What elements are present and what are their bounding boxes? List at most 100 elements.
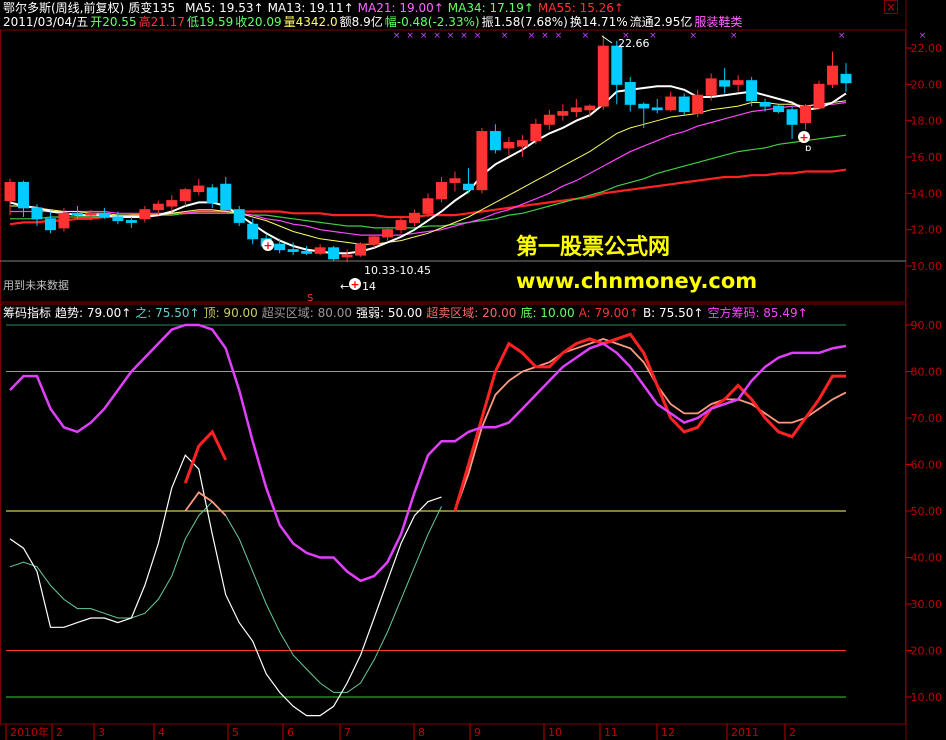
close-icon[interactable]: × <box>884 0 898 14</box>
candle-body <box>435 181 447 200</box>
candle-body <box>179 189 191 202</box>
signal-marker: × <box>433 31 441 41</box>
candle-body <box>557 111 569 116</box>
x-tick-label: 5 <box>232 726 239 739</box>
indicator-tick-label: 20.00 <box>911 645 943 658</box>
signal-marker: × <box>541 31 549 41</box>
overbought-value: 超买区域: 80.00 <box>261 306 353 320</box>
indicator-tick-label: 60.00 <box>911 459 943 472</box>
signal-marker: × <box>501 31 509 41</box>
candle-body <box>233 209 245 223</box>
price-tick-label: 14.00 <box>911 187 943 200</box>
candle-body <box>166 200 178 207</box>
low-value: 低19.59 <box>186 15 234 29</box>
signal-marker: × <box>919 31 927 41</box>
x-tick-label: 10 <box>548 726 562 739</box>
candle-body <box>840 73 852 84</box>
change-value: 幅-0.48(-2.33%) <box>384 15 480 29</box>
price-tick-label: 20.00 <box>911 78 943 91</box>
series-line <box>9 454 442 717</box>
x-axis: 2010年 2 3 4 5 6 7 8 9 10 11 12 2011 2 <box>5 724 796 740</box>
candle-body <box>4 181 16 202</box>
candle-body <box>611 45 623 85</box>
svg-text:+: + <box>350 278 359 291</box>
candle-body <box>247 223 259 240</box>
candle-body <box>341 254 353 258</box>
candle-body <box>786 109 798 125</box>
turnover-value: 换14.71% <box>569 15 628 29</box>
candle-body <box>139 209 151 220</box>
zhibian-value: 质变135 <box>128 1 176 15</box>
x-tick-label: 6 <box>287 726 294 739</box>
candle-body <box>584 105 596 111</box>
candle-body <box>395 220 407 231</box>
x-tick-label: 2011 <box>731 726 759 739</box>
high-value: 高21.17 <box>138 15 185 29</box>
watermark-title: 第一股票公式网 <box>516 235 671 260</box>
candle-body <box>274 243 286 251</box>
signal-marker: × <box>393 31 401 41</box>
candle-body <box>328 247 340 260</box>
bottom-value: 底: 10.00 <box>520 306 575 320</box>
series-line <box>454 337 847 512</box>
header-line-1: 鄂尔多斯(周线,前复权) 质变135 MA5: 19.53↑ MA13: 19.11↑… <box>3 1 628 15</box>
indicator-tick-label: 10.00 <box>911 691 943 704</box>
indicator-layer <box>6 323 847 717</box>
candle-body <box>476 131 488 191</box>
candle-body <box>530 123 542 142</box>
candle-body <box>624 82 636 105</box>
signal-marker: × <box>474 31 482 41</box>
indicator-tick-label: 70.00 <box>911 412 943 425</box>
candle-body <box>287 249 299 252</box>
buy-signal-icon-1: + <box>262 239 274 252</box>
candle-body <box>719 80 731 87</box>
signal-marker: × <box>582 31 590 41</box>
candle-body <box>638 103 650 109</box>
zhi-value: 之: 75.50↑ <box>135 306 200 320</box>
high-annotation: 22.66 <box>618 37 650 50</box>
future-data-note: 用到未来数据 <box>3 278 69 292</box>
candle-body <box>813 83 825 109</box>
candle-body <box>489 131 501 151</box>
candle-body <box>125 220 137 223</box>
candle-body <box>314 247 326 254</box>
series-line <box>9 323 847 583</box>
x-tick-label: 4 <box>158 726 165 739</box>
price-tick-label: 22.00 <box>911 42 943 55</box>
candle-body <box>773 105 785 113</box>
candle-body <box>355 243 367 256</box>
candle-body <box>98 212 110 218</box>
candle-body <box>705 78 717 96</box>
candle-body <box>746 80 758 102</box>
candle-body <box>71 212 83 216</box>
signal-marker: × <box>528 31 536 41</box>
stock-chart[interactable]: × × × × × × × × × × × × × × × × × × 2010年 2 3 4 5 6 7 8 9 10 11 12 20… <box>0 0 946 740</box>
strength-value: 强弱: 50.00 <box>356 306 423 320</box>
candle-body <box>409 212 421 223</box>
candle-body <box>422 198 434 214</box>
candle-body <box>732 80 744 85</box>
candle-body <box>44 218 56 231</box>
signal-marker: × <box>730 31 738 41</box>
indicator-header: 筹码指标 趋势: 79.00↑ 之: 75.50↑ 顶: 90.00 超买区域: 80.… <box>3 306 812 320</box>
x-tick-label: 3 <box>98 726 105 739</box>
signal-marker: × <box>649 31 657 41</box>
candle-body <box>193 185 205 193</box>
price-tick-label: 12.00 <box>911 224 943 237</box>
buy-signal-icon-2: + <box>349 278 361 291</box>
signal-marker: × <box>447 31 455 41</box>
trend-value: 趋势: 79.00↑ <box>55 306 132 320</box>
signal-marker: × <box>406 31 414 41</box>
indicator-tick-label: 90.00 <box>911 319 943 332</box>
ma5-line <box>9 85 847 255</box>
x-tick-label: 7 <box>344 726 351 739</box>
ma34-value: MA34: 17.19↑ <box>447 1 534 15</box>
ma13-value: MA13: 19.11↑ <box>267 1 354 15</box>
candle-body <box>368 236 380 245</box>
top-value: 顶: 90.00 <box>203 306 258 320</box>
low-arrow-label: ← <box>340 280 349 293</box>
a-value: A: 79.00↑ <box>578 306 639 320</box>
x-tick-label: 2 <box>56 726 63 739</box>
sell-marker: S <box>307 293 313 304</box>
range-annotation: 10.33-10.45 <box>364 264 431 277</box>
